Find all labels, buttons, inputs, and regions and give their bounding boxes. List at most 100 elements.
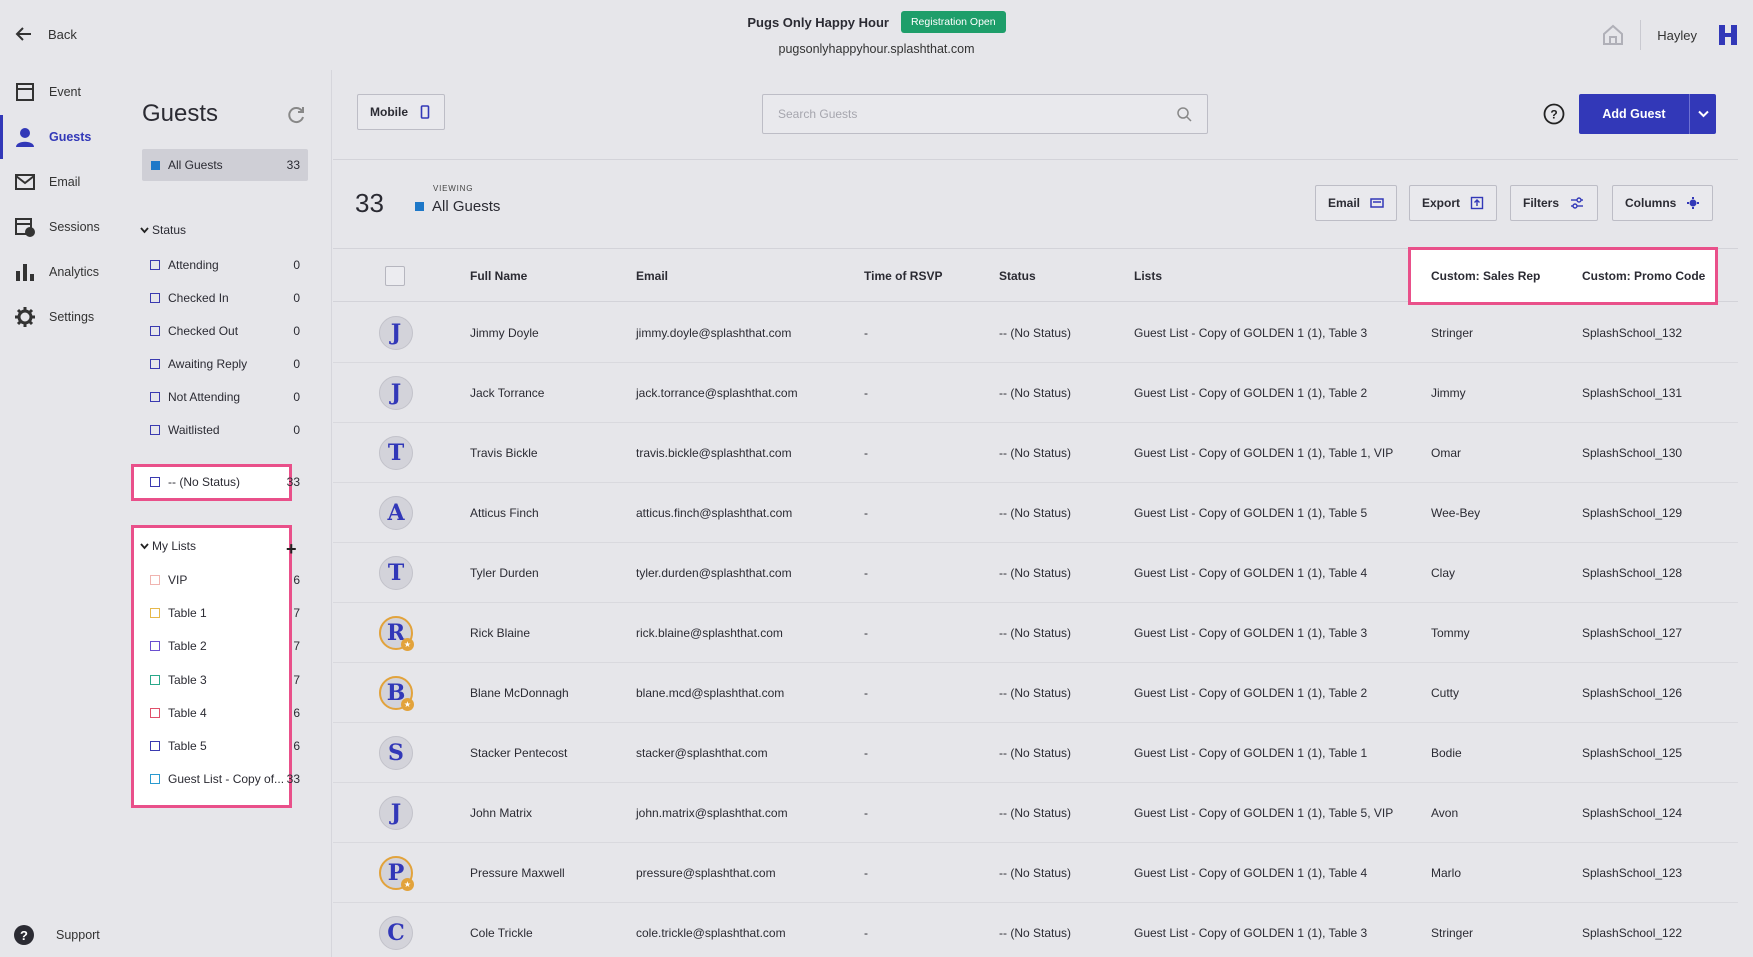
list-filter-table-5[interactable]: Table 5 6 — [150, 736, 300, 756]
checkbox[interactable] — [150, 575, 160, 585]
checkbox[interactable] — [150, 260, 160, 270]
help-icon[interactable]: ? — [1543, 103, 1565, 125]
nav-item-analytics[interactable]: Analytics — [0, 250, 118, 294]
avatar-initial: J — [390, 800, 402, 826]
avatar[interactable]: T — [379, 436, 413, 470]
table-row[interactable]: A Atticus Finch atticus.finch@splashthat.c… — [333, 483, 1738, 543]
nav-item-settings[interactable]: Settings — [0, 295, 118, 339]
checkbox[interactable] — [150, 293, 160, 303]
columns-button[interactable]: Columns — [1612, 185, 1714, 221]
checkbox[interactable] — [150, 359, 160, 369]
table-row[interactable]: J John Matrix john.matrix@splashthat.com - -… — [333, 783, 1738, 843]
top-bar: Back Pugs Only Happy Hour Registration O… — [0, 0, 1753, 70]
home-icon[interactable] — [1600, 22, 1626, 48]
checkbox[interactable] — [150, 425, 160, 435]
filter-label: Checked Out — [168, 324, 239, 338]
column-header-lists[interactable]: Lists — [1134, 249, 1162, 303]
my-lists-section-toggle[interactable]: My Lists — [140, 539, 196, 553]
avatar[interactable]: C — [379, 916, 413, 950]
table-row[interactable]: T Travis Bickle travis.bickle@splashthat.c… — [333, 423, 1738, 483]
nav-item-guests[interactable]: Guests — [0, 115, 118, 159]
column-header-custom-sales-rep[interactable]: Custom: Sales Rep — [1431, 249, 1540, 303]
add-guest-button[interactable]: Add Guest — [1579, 94, 1689, 134]
status-filter-no-status[interactable]: -- (No Status) 33 — [150, 472, 300, 492]
table-row[interactable]: B ★ Blane McDonnagh blane.mcd@splashthat.co… — [333, 663, 1738, 723]
user-name[interactable]: Hayley — [1657, 28, 1697, 43]
checkbox[interactable] — [150, 477, 160, 487]
nav-item-email[interactable]: Email — [0, 160, 118, 204]
column-header-full-name[interactable]: Full Name — [470, 249, 527, 303]
splash-logo-icon[interactable] — [1717, 23, 1739, 47]
status-filter-waitlisted[interactable]: Waitlisted 0 — [150, 420, 300, 440]
filters-button[interactable]: Filters — [1510, 185, 1599, 221]
table-row[interactable]: P ★ Pressure Maxwell pressure@splashthat.co… — [333, 843, 1738, 903]
avatar[interactable]: A — [379, 496, 413, 530]
cell-lists: Guest List - Copy of GOLDEN 1 (1), Table… — [1134, 806, 1394, 820]
cell-promo-code: SplashSchool_124 — [1582, 806, 1683, 820]
avatar[interactable]: P ★ — [379, 856, 414, 891]
avatar[interactable]: S — [379, 736, 413, 770]
add-list-button[interactable]: + — [286, 539, 297, 560]
all-guests-filter[interactable]: All Guests 33 — [142, 149, 308, 181]
nav-item-sessions[interactable]: Sessions — [0, 205, 118, 249]
checkbox[interactable] — [150, 608, 160, 618]
column-header-custom-promo-code[interactable]: Custom: Promo Code — [1582, 249, 1705, 303]
select-all-checkbox[interactable] — [385, 266, 405, 286]
status-filter-attending[interactable]: Attending 0 — [150, 255, 300, 275]
search-guests-field[interactable] — [762, 94, 1208, 134]
table-row[interactable]: T Tyler Durden tyler.durden@splashthat.com… — [333, 543, 1738, 603]
table-row[interactable]: J Jack Torrance jack.torrance@splashthat.c… — [333, 363, 1738, 423]
cell-full-name: John Matrix — [470, 806, 533, 820]
checkbox[interactable] — [150, 392, 160, 402]
status-filter-not-attending[interactable]: Not Attending 0 — [150, 387, 300, 407]
nav-item-event[interactable]: Event — [0, 70, 118, 114]
avatar[interactable]: J — [379, 376, 413, 410]
filter-count: 0 — [293, 390, 300, 404]
avatar[interactable]: J — [379, 796, 413, 830]
list-filter-table-4[interactable]: Table 4 6 — [150, 703, 300, 723]
checkbox[interactable] — [150, 641, 160, 651]
search-input[interactable] — [778, 107, 1176, 121]
checkbox[interactable] — [150, 741, 160, 751]
list-filter-vip[interactable]: VIP 6 — [150, 570, 300, 590]
cell-status: -- (No Status) — [999, 626, 1072, 640]
checkbox[interactable] — [150, 675, 160, 685]
list-filter-guest-list-copy[interactable]: Guest List - Copy of... 33 — [150, 769, 300, 789]
status-section-toggle[interactable]: Status — [140, 223, 186, 237]
mobile-button[interactable]: Mobile — [357, 94, 445, 130]
event-url[interactable]: pugsonlyhappyhour.splashthat.com — [0, 42, 1753, 56]
avatar-initial: J — [390, 320, 402, 346]
cell-promo-code: SplashSchool_122 — [1582, 926, 1683, 940]
avatar[interactable]: B ★ — [379, 676, 414, 711]
table-row[interactable]: J Jimmy Doyle jimmy.doyle@splashthat.com - -… — [333, 303, 1738, 363]
table-row[interactable]: R ★ Rick Blaine rick.blaine@splashthat.com -… — [333, 603, 1738, 663]
status-filter-awaiting-reply[interactable]: Awaiting Reply 0 — [150, 354, 300, 374]
support-link[interactable]: ? Support — [14, 925, 100, 945]
checkbox[interactable] — [150, 326, 160, 336]
left-navigation: Event Guests Email Sessions Analytics Se… — [0, 70, 118, 957]
table-row[interactable]: C Cole Trickle cole.trickle@splashthat.com… — [333, 903, 1738, 957]
checkbox[interactable] — [150, 708, 160, 718]
email-button[interactable]: Email — [1315, 185, 1398, 221]
avatar[interactable]: R ★ — [379, 616, 414, 651]
list-filter-table-3[interactable]: Table 3 7 — [150, 670, 300, 690]
list-filter-table-2[interactable]: Table 2 7 — [150, 636, 300, 656]
column-header-status[interactable]: Status — [999, 249, 1036, 303]
column-header-email[interactable]: Email — [636, 249, 668, 303]
status-filter-checked-out[interactable]: Checked Out 0 — [150, 321, 300, 341]
status-filter-checked-in[interactable]: Checked In 0 — [150, 288, 300, 308]
panel-title: Guests — [142, 100, 219, 127]
highlight-my-lists — [131, 525, 292, 808]
avatar[interactable]: T — [379, 556, 413, 590]
add-guest-dropdown-button[interactable] — [1689, 94, 1716, 134]
list-filter-table-1[interactable]: Table 1 7 — [150, 603, 300, 623]
person-icon — [16, 128, 34, 147]
table-row[interactable]: S Stacker Pentecost stacker@splashthat.com… — [333, 723, 1738, 783]
column-header-time-of-rsvp[interactable]: Time of RSVP — [864, 249, 942, 303]
avatar[interactable]: J — [379, 316, 413, 350]
cell-email: travis.bickle@splashthat.com — [636, 446, 792, 460]
search-icon[interactable] — [1176, 106, 1192, 122]
refresh-icon[interactable] — [285, 104, 307, 126]
checkbox[interactable] — [150, 774, 160, 784]
export-button[interactable]: Export — [1409, 185, 1498, 221]
